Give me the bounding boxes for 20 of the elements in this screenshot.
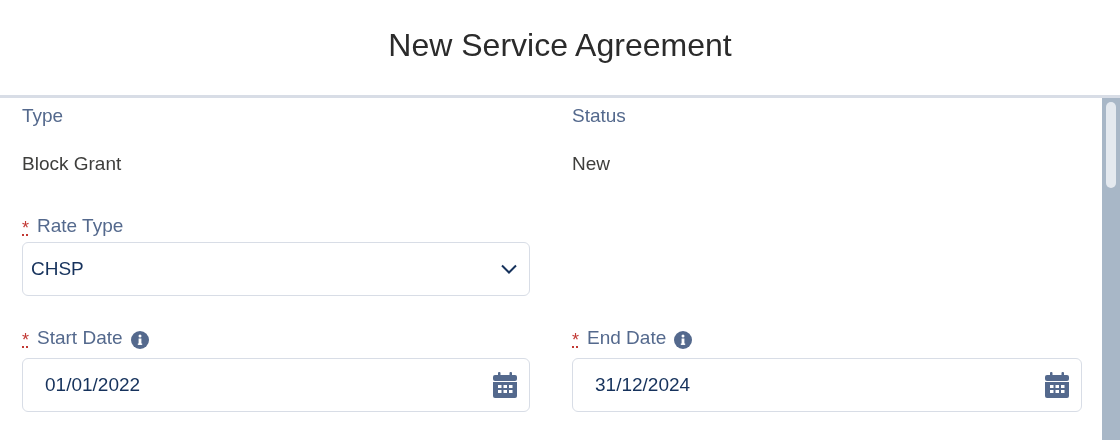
field-value: New	[572, 152, 611, 176]
date-input[interactable]: 31/12/2024	[572, 358, 1082, 412]
window-title: New Service Agreement	[388, 27, 732, 65]
field-label: Status	[572, 105, 626, 127]
field-value: Block Grant	[22, 152, 123, 176]
required-marker: *	[22, 329, 29, 351]
scrollbar[interactable]	[1102, 98, 1120, 440]
calendar-icon[interactable]	[1045, 372, 1069, 398]
date-input[interactable]: 01/01/2022	[22, 358, 530, 412]
calendar-icon[interactable]	[493, 372, 517, 398]
chevron-down-icon	[501, 264, 517, 274]
field-label: Start Date	[37, 327, 123, 349]
field-label: Type	[22, 105, 64, 127]
info-icon[interactable]	[130, 331, 149, 349]
required-marker: *	[22, 217, 29, 239]
field-label: Rate Type	[37, 215, 124, 237]
field-label: End Date	[587, 327, 667, 349]
info-icon[interactable]	[674, 331, 693, 349]
rate-type-select[interactable]: CHSP	[22, 242, 530, 296]
required-marker: *	[572, 329, 579, 351]
